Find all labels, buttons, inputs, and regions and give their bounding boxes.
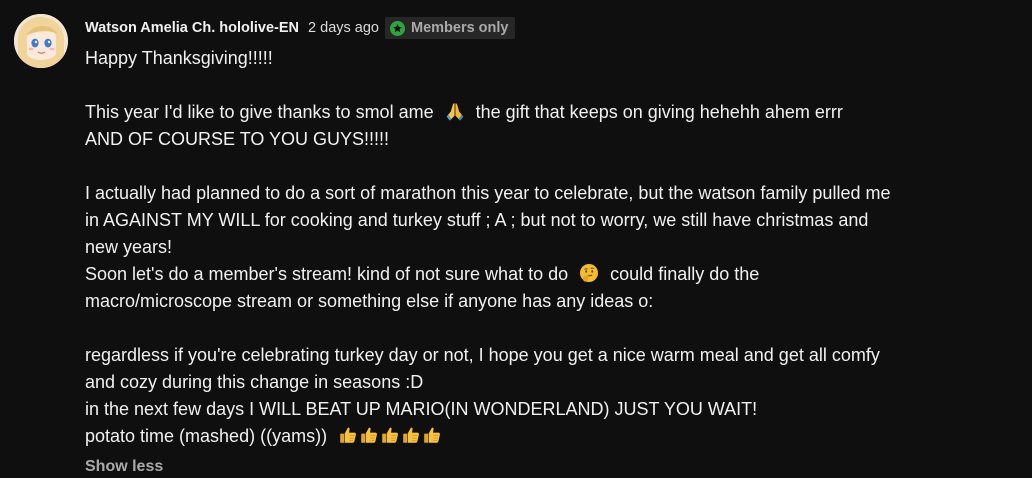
post-header: Watson Amelia Ch. hololive-EN 2 days ago… bbox=[85, 16, 516, 40]
post-line: macro/microscope stream or something els… bbox=[85, 291, 654, 311]
post-timestamp[interactable]: 2 days ago bbox=[308, 20, 379, 36]
post-line: new years! bbox=[85, 237, 173, 257]
thumbs-up-emoji bbox=[338, 425, 358, 445]
author-name[interactable]: Watson Amelia Ch. hololive-EN bbox=[85, 20, 299, 36]
thumbs-up-emoji bbox=[422, 425, 442, 445]
show-less-button[interactable]: Show less bbox=[85, 458, 163, 476]
post-line: AND OF COURSE TO YOU GUYS!!!!! bbox=[85, 129, 390, 149]
post-line-text: This year I'd like to give thanks to smo… bbox=[85, 102, 434, 122]
channel-avatar[interactable] bbox=[14, 14, 68, 68]
post-line-text: could finally do the bbox=[610, 264, 760, 284]
post-line: potato time (mashed) ((yams)) bbox=[85, 423, 1015, 450]
post-line: Happy Thanksgiving!!!!! bbox=[85, 48, 273, 68]
thinking-face-emoji bbox=[579, 263, 599, 283]
post-line: and cozy during this change in seasons :… bbox=[85, 372, 424, 392]
thumbs-up-emoji bbox=[401, 425, 421, 445]
post-line: regardless if you're celebrating turkey … bbox=[85, 345, 880, 365]
post-line: I actually had planned to do a sort of m… bbox=[85, 183, 891, 203]
folded-hands-emoji bbox=[445, 101, 465, 121]
thumbs-up-emoji bbox=[359, 425, 379, 445]
post-body: Happy Thanksgiving!!!!! This year I'd li… bbox=[85, 45, 1015, 450]
community-post: Watson Amelia Ch. hololive-EN 2 days ago… bbox=[0, 0, 1032, 478]
post-line-text: the gift that keeps on giving hehehh ahe… bbox=[475, 102, 843, 122]
thumbs-up-row bbox=[338, 426, 443, 446]
post-line: This year I'd like to give thanks to smo… bbox=[85, 99, 1015, 126]
badge-label: Members only bbox=[410, 20, 509, 36]
post-line: in AGAINST MY WILL for cooking and turke… bbox=[85, 210, 869, 230]
thumbs-up-emoji bbox=[380, 425, 400, 445]
post-line-text: Soon let's do a member's stream! kind of… bbox=[85, 264, 569, 284]
members-only-badge: Members only bbox=[384, 17, 516, 39]
post-line-text: potato time (mashed) ((yams)) bbox=[85, 426, 328, 446]
post-line: Soon let's do a member's stream! kind of… bbox=[85, 261, 1015, 288]
post-line: in the next few days I WILL BEAT UP MARI… bbox=[85, 399, 758, 419]
avatar-image bbox=[14, 14, 68, 68]
star-icon bbox=[389, 20, 405, 36]
